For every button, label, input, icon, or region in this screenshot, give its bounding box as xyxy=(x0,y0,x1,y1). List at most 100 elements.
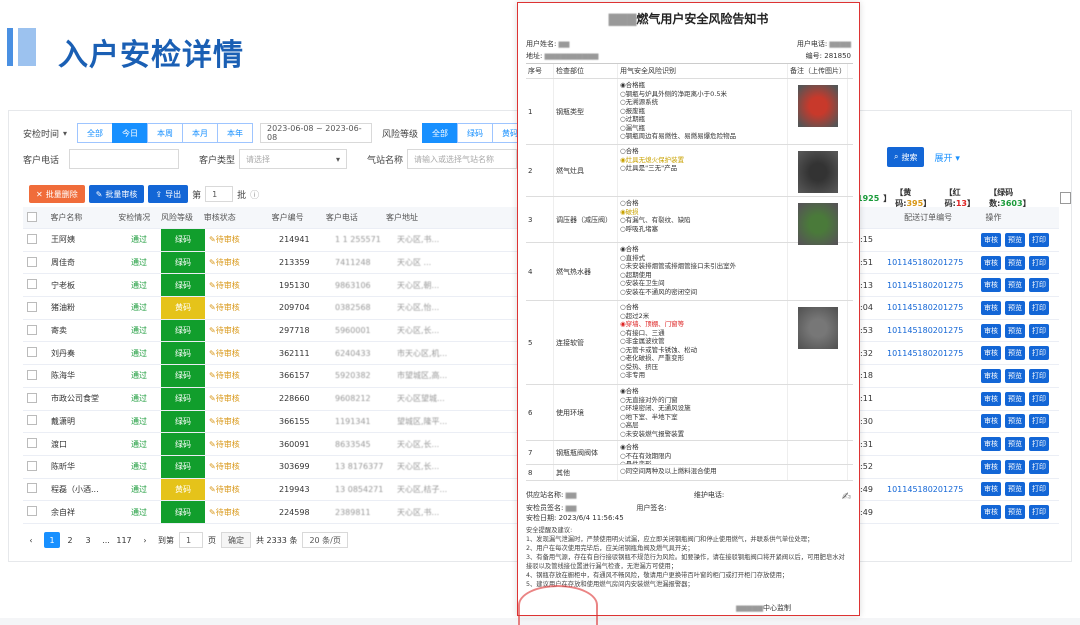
print-button[interactable]: 打印 xyxy=(1029,459,1049,474)
preview-button[interactable]: 预览 xyxy=(1005,414,1025,429)
page-number[interactable]: 3 xyxy=(80,532,96,548)
review-button[interactable]: 审核 xyxy=(981,323,1001,338)
time-option[interactable]: 本周 xyxy=(147,123,184,143)
order-number[interactable]: 101145180201275 xyxy=(883,303,977,312)
print-button[interactable]: 打印 xyxy=(1029,346,1049,361)
row-checkbox[interactable] xyxy=(23,301,47,314)
print-button[interactable]: 打印 xyxy=(1029,255,1049,270)
preview-button[interactable]: 预览 xyxy=(1005,232,1025,247)
customer-number: 213359 xyxy=(279,258,310,268)
row-checkbox[interactable] xyxy=(23,415,47,427)
page-size-select[interactable]: 20 条/页 xyxy=(302,532,348,548)
row-checkbox[interactable] xyxy=(23,233,47,246)
print-button[interactable]: 打印 xyxy=(1029,391,1049,406)
preview-button[interactable]: 预览 xyxy=(1005,300,1025,315)
time-option[interactable]: 本年 xyxy=(217,123,254,143)
review-button[interactable]: 审核 xyxy=(981,368,1001,383)
print-button[interactable]: 打印 xyxy=(1029,505,1049,520)
search-button[interactable]: ⌕ 搜索 xyxy=(887,147,925,167)
goto-input[interactable]: 1 xyxy=(179,532,203,548)
preview-button[interactable]: 预览 xyxy=(1005,323,1025,338)
next-page-icon[interactable]: › xyxy=(137,532,153,548)
print-button[interactable]: 打印 xyxy=(1029,482,1049,497)
row-checkbox[interactable] xyxy=(23,460,47,473)
preview-button[interactable]: 预览 xyxy=(1005,278,1025,293)
risk-option[interactable]: 绿码 xyxy=(457,123,494,143)
column-header: 客户编号 xyxy=(271,213,304,222)
print-button[interactable]: 打印 xyxy=(1029,232,1049,247)
chevron-down-icon[interactable]: ▾ xyxy=(63,123,74,143)
review-button[interactable]: 审核 xyxy=(981,459,1001,474)
row-checkbox[interactable] xyxy=(23,483,47,495)
risk-option[interactable]: 全部 xyxy=(422,123,459,143)
order-number[interactable]: 101145180201275 xyxy=(883,258,977,267)
row-checkbox[interactable] xyxy=(23,324,47,337)
customer-phone-input[interactable] xyxy=(69,149,180,169)
preview-button[interactable]: 预览 xyxy=(1005,459,1025,474)
print-button[interactable]: 打印 xyxy=(1029,437,1049,452)
page-numbers: 1 2 3... 117 xyxy=(44,532,132,548)
preview-button[interactable]: 预览 xyxy=(1005,346,1025,361)
preview-button[interactable]: 预览 xyxy=(1005,482,1025,497)
time-option[interactable]: 今日 xyxy=(112,123,149,143)
print-button[interactable]: 打印 xyxy=(1029,278,1049,293)
export-button[interactable]: ⇪ 导出 xyxy=(148,185,189,203)
preview-button[interactable]: 预览 xyxy=(1005,391,1025,406)
expand-link[interactable]: 展开 ▾ xyxy=(934,151,959,164)
order-number[interactable]: 101145180201275 xyxy=(883,281,977,290)
row-checkbox[interactable] xyxy=(23,369,47,382)
row-checkbox[interactable] xyxy=(23,279,47,291)
row-actions: 审核 预览 打印 xyxy=(977,414,1057,429)
review-button[interactable]: 审核 xyxy=(981,300,1001,315)
review-button[interactable]: 审核 xyxy=(981,278,1001,293)
risk-option-radio: ○无管卡或管卡锈蚀、松动 xyxy=(620,345,698,354)
customer-number: 224598 xyxy=(279,507,310,517)
review-button[interactable]: 审核 xyxy=(981,255,1001,270)
row-checkbox[interactable] xyxy=(23,506,47,518)
date-range-picker[interactable]: 2023-06-08 ~ 2023-06-08 xyxy=(260,123,373,143)
select-all-checkbox[interactable] xyxy=(23,211,46,224)
preview-button[interactable]: 预览 xyxy=(1005,505,1025,520)
batch-review-button[interactable]: ✎ 批量审核 xyxy=(88,185,145,203)
row-actions: 审核 预览 打印 xyxy=(977,232,1057,247)
review-button[interactable]: 审核 xyxy=(981,505,1001,520)
order-number[interactable]: 101145180201275 xyxy=(883,326,977,335)
print-button[interactable]: 打印 xyxy=(1029,300,1049,315)
row-checkbox[interactable] xyxy=(23,392,47,405)
row-checkbox[interactable] xyxy=(23,438,47,450)
review-button[interactable]: 审核 xyxy=(981,346,1001,361)
review-button[interactable]: 审核 xyxy=(981,482,1001,497)
review-button[interactable]: 审核 xyxy=(981,437,1001,452)
customer-name: 陈海华 xyxy=(51,371,75,381)
station-name-select[interactable]: 请输入或选择气站名称 xyxy=(407,149,518,169)
prev-page-icon[interactable]: ‹ xyxy=(23,532,39,548)
review-status: ✎待审核 xyxy=(209,416,240,426)
order-number[interactable]: 101145180201275 xyxy=(883,349,977,358)
row-checkbox[interactable] xyxy=(23,347,47,359)
page-number[interactable]: 1 xyxy=(44,532,60,548)
print-button[interactable]: 打印 xyxy=(1029,323,1049,338)
batch-delete-button[interactable]: ✕ 批量删除 xyxy=(29,185,85,203)
preview-button[interactable]: 预览 xyxy=(1005,255,1025,270)
row-checkbox[interactable] xyxy=(23,256,47,269)
page-number[interactable]: ... xyxy=(98,532,114,548)
order-number[interactable]: 101145180201275 xyxy=(883,485,977,494)
print-button[interactable]: 打印 xyxy=(1029,368,1049,383)
preview-button[interactable]: 预览 xyxy=(1005,437,1025,452)
review-button[interactable]: 审核 xyxy=(981,391,1001,406)
preview-button[interactable]: 预览 xyxy=(1005,368,1025,383)
review-button[interactable]: 审核 xyxy=(981,232,1001,247)
time-option[interactable]: 本月 xyxy=(182,123,219,143)
item-options: ◉合格 ○无直接对外的门窗 ○环境密闭、无通风设施 ○地下室、半地下室 ○高层 ○未安装燃… xyxy=(618,385,788,440)
page-number[interactable]: 117 xyxy=(116,532,132,548)
edit-icon: ✎ xyxy=(209,258,216,268)
batch-input[interactable]: 1 xyxy=(205,186,234,202)
review-status: ✎待审核 xyxy=(209,258,240,268)
customer-type-select[interactable]: 请选择 ▾ xyxy=(239,149,348,169)
time-option[interactable]: 全部 xyxy=(77,123,114,143)
columns-icon[interactable] xyxy=(1060,192,1072,204)
print-button[interactable]: 打印 xyxy=(1029,414,1049,429)
page-number[interactable]: 2 xyxy=(62,532,78,548)
goto-confirm-button[interactable]: 确定 xyxy=(221,532,251,548)
review-button[interactable]: 审核 xyxy=(981,414,1001,429)
